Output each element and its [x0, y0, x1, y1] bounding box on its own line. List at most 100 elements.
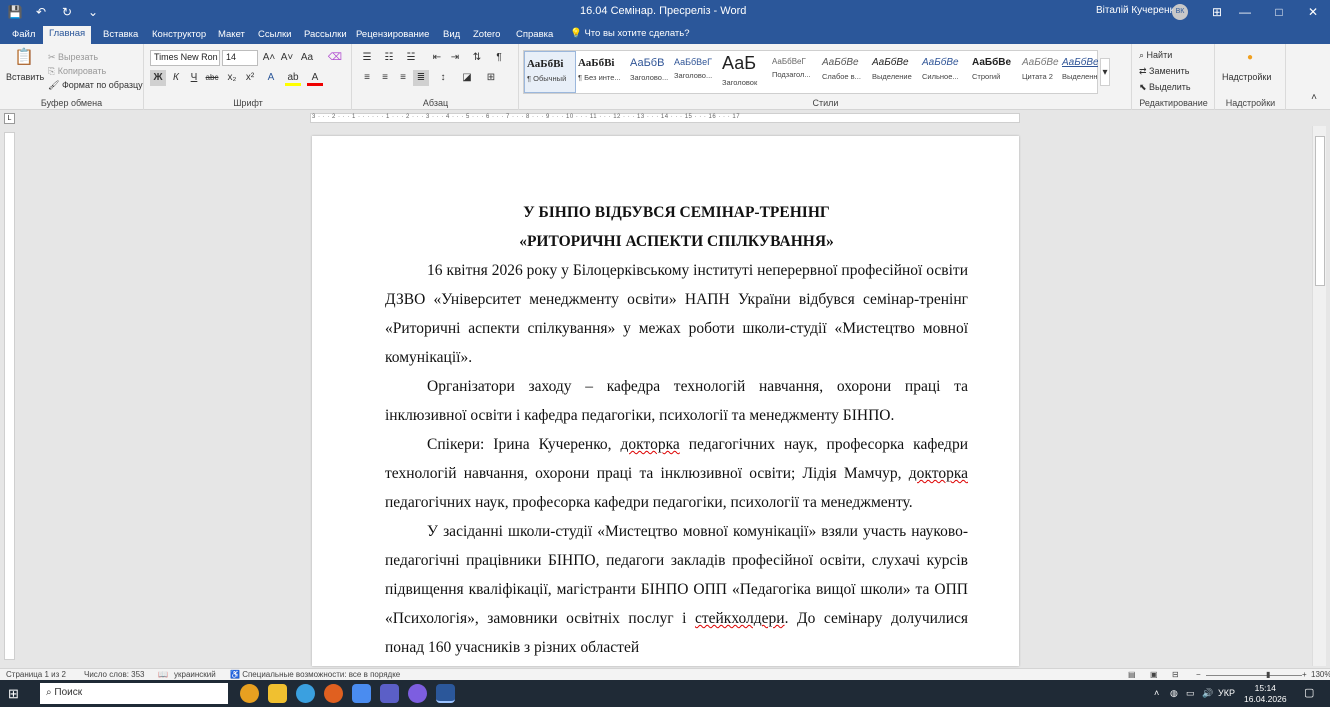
format-painter-button[interactable]: 🖌 Формат по образцу	[48, 80, 143, 91]
print-layout-icon[interactable]: ▣	[1150, 670, 1158, 679]
addins-icon[interactable]: ●	[1242, 50, 1258, 66]
tab-insert[interactable]: Вставка	[97, 27, 144, 42]
input-language[interactable]: УКР	[1218, 688, 1235, 698]
shading-icon[interactable]: ◪	[459, 70, 475, 86]
paragraph-3[interactable]: Спікери: Ірина Кучеренко, докторка педаг…	[385, 430, 968, 517]
align-right-icon[interactable]: ≡	[395, 70, 411, 86]
italic-button[interactable]: К	[168, 70, 184, 86]
cut-button[interactable]: ✂ Вырезать	[48, 52, 98, 63]
text-effects-icon[interactable]: A	[263, 70, 279, 86]
tab-zotero[interactable]: Zotero	[467, 27, 506, 42]
tab-view[interactable]: Вид	[437, 27, 466, 42]
bullets-icon[interactable]: ☰	[359, 50, 375, 66]
spelling-error[interactable]: докторка	[909, 465, 968, 482]
page-count[interactable]: Страница 1 из 2	[6, 670, 66, 679]
redo-icon[interactable]: ↻	[58, 3, 76, 21]
minimize-button[interactable]: —	[1228, 0, 1262, 24]
shrink-font-button[interactable]: A˅	[279, 50, 295, 66]
file-explorer-icon[interactable]	[268, 684, 287, 703]
line-spacing-icon[interactable]: ↕	[435, 70, 451, 86]
heading-line-2[interactable]: «РИТОРИЧНІ АСПЕКТИ СПІЛКУВАННЯ»	[385, 227, 968, 256]
zoom-level[interactable]: 130%	[1311, 670, 1330, 679]
copy-button[interactable]: ⎘ Копировать	[48, 66, 106, 77]
customize-qat-icon[interactable]: ⌄	[84, 3, 102, 21]
tab-file[interactable]: Файл	[6, 27, 41, 42]
collapse-ribbon-icon[interactable]: ˄	[1306, 90, 1322, 106]
firefox-icon[interactable]	[324, 684, 343, 703]
decrease-indent-icon[interactable]: ⇤	[429, 50, 445, 66]
borders-icon[interactable]: ⊞	[483, 70, 499, 86]
zoom-slider-thumb[interactable]: ▮	[1266, 670, 1270, 679]
paragraph-4[interactable]: У засіданні школи-студії «Мистецтво мовн…	[385, 517, 968, 662]
user-name[interactable]: Віталій Кучеренко	[1096, 5, 1180, 16]
multilevel-list-icon[interactable]: ☱	[403, 50, 419, 66]
paragraph-2[interactable]: Організатори заходу – кафедра технологій…	[385, 372, 968, 430]
tell-me-search[interactable]: 💡 Что вы хотите сделать?	[570, 28, 690, 39]
tab-layout[interactable]: Макет	[212, 27, 251, 42]
vertical-scrollbar[interactable]	[1312, 126, 1326, 666]
bold-button[interactable]: Ж	[150, 70, 166, 86]
align-left-icon[interactable]: ≡	[359, 70, 375, 86]
horizontal-ruler[interactable]: L 3 · · · 2 · · · 1 · · · · · · 1 · · · …	[0, 110, 1330, 126]
language-indicator[interactable]: украинский	[174, 670, 216, 679]
network-icon[interactable]: ◍	[1170, 688, 1178, 699]
viber-icon[interactable]	[408, 684, 427, 703]
tab-review[interactable]: Рецензирование	[350, 27, 435, 42]
strikethrough-button[interactable]: abc	[204, 70, 220, 86]
word-count[interactable]: Число слов: 353	[84, 670, 144, 679]
show-formatting-icon[interactable]: ¶	[491, 50, 507, 66]
save-icon[interactable]: 💾	[6, 3, 24, 21]
notifications-icon[interactable]: ▢	[1304, 686, 1314, 699]
windows-start-icon[interactable]: ⊞	[8, 686, 19, 702]
justify-icon[interactable]: ≣	[413, 70, 429, 86]
style-title[interactable]: АаБ Заголовок	[720, 51, 772, 93]
maximize-button[interactable]: □	[1262, 0, 1296, 24]
word-icon[interactable]	[436, 684, 455, 703]
paste-icon[interactable]: 📋	[14, 50, 34, 70]
vertical-ruler[interactable]	[4, 132, 15, 660]
style-heading-2[interactable]: АаБбВеГ Заголово...	[672, 51, 724, 93]
tab-home[interactable]: Главная	[43, 26, 92, 44]
spelling-error[interactable]: стейкхолдери	[695, 610, 785, 627]
taskbar-search[interactable]: ⌕ Поиск	[40, 683, 228, 704]
select-button[interactable]: ⬉ Выделить	[1139, 82, 1191, 93]
numbering-icon[interactable]: ☷	[381, 50, 397, 66]
underline-button[interactable]: Ч	[186, 70, 202, 86]
chat-icon[interactable]: ▭	[1186, 688, 1195, 699]
zoom-out-button[interactable]: −	[1196, 670, 1201, 679]
font-color-icon[interactable]: A	[307, 70, 323, 86]
grow-font-button[interactable]: A˄	[261, 50, 277, 66]
replace-button[interactable]: ⇄ Заменить	[1139, 66, 1190, 77]
align-center-icon[interactable]: ≡	[377, 70, 393, 86]
style-emphasis[interactable]: АаБбВе Выделение	[870, 51, 922, 93]
highlight-color-icon[interactable]: ab	[285, 70, 301, 86]
tray-chevron-icon[interactable]: ˄	[1154, 688, 1159, 698]
edge-icon[interactable]	[296, 684, 315, 703]
heading-line-1[interactable]: У БІНПО ВІДБУВСЯ СЕМІНАР-ТРЕНІНГ	[385, 198, 968, 227]
zoom-slider[interactable]	[1206, 675, 1302, 676]
document-page[interactable]: У БІНПО ВІДБУВСЯ СЕМІНАР-ТРЕНІНГ «РИТОРИ…	[312, 136, 1019, 666]
font-size-combo[interactable]: 14	[222, 50, 258, 66]
paragraph-1[interactable]: 16 квітня 2026 року у Білоцерківському і…	[385, 256, 968, 372]
tab-mailings[interactable]: Рассылки	[298, 27, 353, 42]
addins-button[interactable]: Надстройки	[1222, 72, 1271, 82]
subscript-button[interactable]: x₂	[224, 70, 240, 86]
chrome-icon[interactable]	[240, 684, 259, 703]
close-button[interactable]: ✕	[1296, 0, 1330, 24]
style-intense-reference[interactable]: АаБбВеВыделенн...	[1060, 51, 1098, 93]
style-intense-emphasis[interactable]: АаБбВе Сильное...	[920, 51, 972, 93]
change-case-button[interactable]: Aa	[299, 50, 315, 66]
undo-icon[interactable]: ↶	[32, 3, 50, 21]
volume-icon[interactable]: 🔊	[1202, 688, 1213, 699]
scrollbar-thumb[interactable]	[1315, 136, 1325, 286]
style-subtitle[interactable]: АаБбВеГ Подзагол...	[770, 51, 822, 93]
style-normal[interactable]: АаБбВі ¶ Обычный	[524, 51, 576, 93]
superscript-button[interactable]: x²	[242, 70, 258, 86]
zoom-app-icon[interactable]	[352, 684, 371, 703]
zoom-in-button[interactable]: +	[1302, 670, 1307, 679]
spelling-error[interactable]: докторка	[621, 436, 680, 453]
read-mode-icon[interactable]: ▤	[1128, 670, 1136, 679]
document-body[interactable]: У БІНПО ВІДБУВСЯ СЕМІНАР-ТРЕНІНГ «РИТОРИ…	[385, 198, 968, 662]
tab-design[interactable]: Конструктор	[146, 27, 212, 42]
style-subtle-emphasis[interactable]: АаБбВе Слабое в...	[820, 51, 872, 93]
